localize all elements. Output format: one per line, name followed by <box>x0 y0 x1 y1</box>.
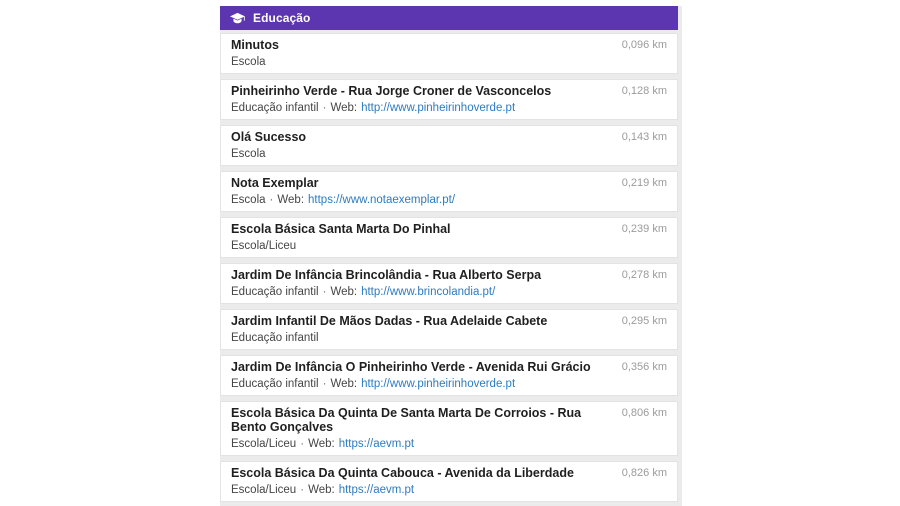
place-subtitle: Escola·Web: <box>231 56 667 68</box>
website-link[interactable]: http://www.pinheirinhoverde.pt <box>361 378 515 390</box>
list-item-header: Escola Básica Da Quinta Cabouca - Avenid… <box>231 466 667 480</box>
list-item-header: Jardim Infantil De Mãos Dadas - Rua Adel… <box>231 314 667 328</box>
list-item[interactable]: Pinheirinho Verde - Rua Jorge Croner de … <box>220 79 678 120</box>
web-label-group: · Web: https://www.notaexemplar.pt/ <box>266 194 456 206</box>
separator-dot: · <box>269 194 274 206</box>
distance-label: 0,356 km <box>621 361 667 373</box>
distance-label: 0,219 km <box>621 177 667 189</box>
list-item-header: Olá Sucesso 0,143 km <box>231 130 667 144</box>
list-item-header: Jardim De Infância O Pinheirinho Verde -… <box>231 360 667 374</box>
place-subtitle: Escola·Web: <box>231 148 667 160</box>
place-title: Jardim De Infância Brincolândia - Rua Al… <box>231 268 542 282</box>
place-title: Escola Básica Da Quinta Cabouca - Avenid… <box>231 466 574 480</box>
place-title: Nota Exemplar <box>231 176 319 190</box>
place-subtitle: Escola/Liceu·Web: <box>231 240 667 252</box>
education-panel: Educação Minutos 0,096 km Escola·Web: Pi… <box>220 6 682 506</box>
section-title: Educação <box>253 11 311 25</box>
category-label: Escola <box>231 148 266 160</box>
list-item[interactable]: Jardim De Infância Brincolândia - Rua Al… <box>220 263 678 304</box>
category-label: Escola <box>231 56 266 68</box>
place-title: Escola Básica Santa Marta Do Pinhal <box>231 222 451 236</box>
list-item[interactable]: Jardim Infantil De Mãos Dadas - Rua Adel… <box>220 309 678 350</box>
category-label: Educação infantil <box>231 286 319 298</box>
distance-label: 0,295 km <box>621 315 667 327</box>
list-item[interactable]: Nota Exemplar 0,219 km Escola · Web: https:… <box>220 171 678 212</box>
place-title: Jardim Infantil De Mãos Dadas - Rua Adel… <box>231 314 548 328</box>
distance-label: 0,239 km <box>621 223 667 235</box>
distance-label: 0,826 km <box>621 467 667 479</box>
website-link[interactable]: https://aevm.pt <box>339 484 414 496</box>
distance-label: 0,143 km <box>621 131 667 143</box>
web-prefix-label: Web: <box>277 194 305 206</box>
list-item-header: Escola Básica Da Quinta De Santa Marta D… <box>231 406 667 434</box>
separator-dot: · <box>300 484 305 496</box>
list-item[interactable]: Olá Sucesso 0,143 km Escola·Web: <box>220 125 678 166</box>
place-subtitle: Educação infantil · Web: http://www.pinheir… <box>231 102 667 114</box>
website-link[interactable]: http://www.brincolandia.pt/ <box>361 286 495 298</box>
distance-label: 0,096 km <box>621 39 667 51</box>
list-item-header: Pinheirinho Verde - Rua Jorge Croner de … <box>231 84 667 98</box>
separator-dot: · <box>300 438 305 450</box>
web-label-group: · Web: http://www.pinheirinhoverde.pt <box>319 378 516 390</box>
list-item-header: Nota Exemplar 0,219 km <box>231 176 667 190</box>
list-item[interactable]: Escola Básica Da Quinta De Santa Marta D… <box>220 401 678 456</box>
distance-label: 0,806 km <box>621 407 667 419</box>
separator-dot: · <box>322 102 327 114</box>
list-item[interactable]: Escola Básica Santa Marta Do Pinhal 0,23… <box>220 217 678 258</box>
place-title: Olá Sucesso <box>231 130 307 144</box>
place-title: Jardim De Infância O Pinheirinho Verde -… <box>231 360 591 374</box>
list-item[interactable]: Minutos 0,096 km Escola·Web: <box>220 33 678 74</box>
web-label-group: · Web: http://www.brincolandia.pt/ <box>319 286 496 298</box>
distance-label: 0,278 km <box>621 269 667 281</box>
place-title: Pinheirinho Verde - Rua Jorge Croner de … <box>231 84 552 98</box>
web-label-group: · Web: https://aevm.pt <box>296 484 414 496</box>
education-list: Minutos 0,096 km Escola·Web: Pinheirinho… <box>220 33 678 502</box>
place-subtitle: Educação infantil·Web: <box>231 332 667 344</box>
list-item-header: Jardim De Infância Brincolândia - Rua Al… <box>231 268 667 282</box>
list-item[interactable]: Escola Básica Da Quinta Cabouca - Avenid… <box>220 461 678 502</box>
category-label: Escola <box>231 194 266 206</box>
web-label-group: · Web: https://aevm.pt <box>296 438 414 450</box>
web-prefix-label: Web: <box>308 438 335 450</box>
website-link[interactable]: https://www.notaexemplar.pt/ <box>308 194 455 206</box>
list-item-header: Minutos 0,096 km <box>231 38 667 52</box>
web-label-group: · Web: http://www.pinheirinhoverde.pt <box>319 102 516 114</box>
category-label: Escola/Liceu <box>231 484 297 496</box>
category-label: Educação infantil <box>231 332 319 344</box>
category-label: Escola/Liceu <box>231 240 297 252</box>
website-link[interactable]: http://www.pinheirinhoverde.pt <box>361 102 515 114</box>
website-link[interactable]: https://aevm.pt <box>339 438 414 450</box>
place-subtitle: Escola/Liceu · Web: https://aevm.pt <box>231 438 667 450</box>
place-subtitle: Escola · Web: https://www.notaexemplar.pt/ <box>231 194 667 206</box>
separator-dot: · <box>322 286 327 298</box>
place-title: Minutos <box>231 38 279 52</box>
separator-dot: · <box>322 378 327 390</box>
category-label: Educação infantil <box>231 102 319 114</box>
list-item[interactable]: Jardim De Infância O Pinheirinho Verde -… <box>220 355 678 396</box>
section-header-educacao[interactable]: Educação <box>220 6 678 30</box>
web-prefix-label: Web: <box>330 286 358 298</box>
category-label: Escola/Liceu <box>231 438 297 450</box>
list-item-header: Escola Básica Santa Marta Do Pinhal 0,23… <box>231 222 667 236</box>
web-prefix-label: Web: <box>330 102 358 114</box>
web-prefix-label: Web: <box>330 378 358 390</box>
web-prefix-label: Web: <box>308 484 335 496</box>
place-title: Escola Básica Da Quinta De Santa Marta D… <box>231 406 582 434</box>
place-subtitle: Educação infantil · Web: http://www.brincol… <box>231 286 667 298</box>
category-label: Educação infantil <box>231 378 319 390</box>
graduation-cap-icon <box>230 12 245 25</box>
place-subtitle: Educação infantil · Web: http://www.pinheir… <box>231 378 667 390</box>
distance-label: 0,128 km <box>621 85 667 97</box>
place-subtitle: Escola/Liceu · Web: https://aevm.pt <box>231 484 667 496</box>
